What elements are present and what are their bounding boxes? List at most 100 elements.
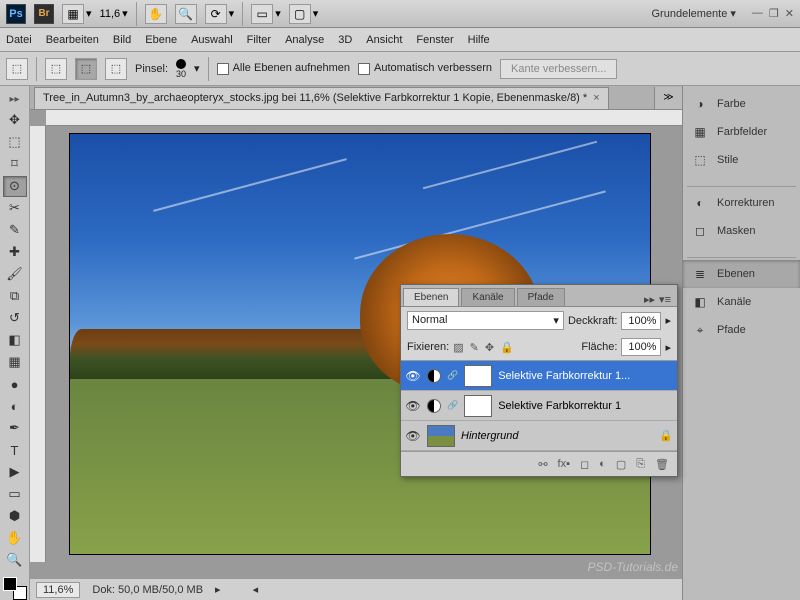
- visibility-toggle-icon[interactable]: 👁: [405, 369, 421, 383]
- dodge-tool[interactable]: ◐: [3, 396, 27, 417]
- layer-thumb[interactable]: [427, 425, 455, 447]
- opacity-input[interactable]: 100%: [621, 312, 661, 330]
- quick-select-tool[interactable]: ⊙: [3, 176, 27, 197]
- scroll-left-icon[interactable]: ◂: [253, 583, 259, 596]
- marquee-tool[interactable]: ⬚: [3, 132, 27, 153]
- checkbox-all-layers[interactable]: Alle Ebenen aufnehmen: [217, 62, 350, 74]
- screen-mode-dropdown[interactable]: ▢▾: [289, 4, 319, 24]
- type-tool[interactable]: T: [3, 440, 27, 461]
- tab-kanaele[interactable]: Kanäle: [461, 288, 514, 306]
- fill-input[interactable]: 100%: [621, 338, 661, 356]
- gradient-tool[interactable]: ▦: [3, 352, 27, 373]
- quick-select-preset-icon[interactable]: ⬚: [6, 58, 28, 80]
- refine-edge-button[interactable]: Kante verbessern...: [500, 59, 617, 79]
- blend-mode-select[interactable]: Normal▾: [407, 311, 564, 330]
- delete-layer-icon[interactable]: 🗑: [655, 458, 669, 471]
- menu-filter[interactable]: Filter: [247, 34, 271, 46]
- lock-position-icon[interactable]: ✥: [485, 341, 494, 354]
- layer-row-2[interactable]: 👁 Hintergrund 🔒: [401, 421, 677, 451]
- eyedropper-tool[interactable]: ✎: [3, 220, 27, 241]
- tab-pfade[interactable]: Pfade: [517, 288, 565, 306]
- zoom-field[interactable]: 11,6%: [36, 582, 80, 598]
- crop-tool[interactable]: ✂: [3, 198, 27, 219]
- collapse-toolbox-icon[interactable]: ▸▸: [9, 94, 19, 105]
- layer-row-1[interactable]: 👁 🔗 Selektive Farbkorrektur 1: [401, 391, 677, 421]
- menu-bild[interactable]: Bild: [113, 34, 131, 46]
- color-swatches[interactable]: [3, 577, 27, 600]
- new-layer-icon[interactable]: ⎘: [636, 458, 645, 471]
- tab-overflow-icon[interactable]: ≫: [654, 87, 682, 109]
- menu-bearbeiten[interactable]: Bearbeiten: [46, 34, 99, 46]
- arrange-dropdown[interactable]: ▭▾: [251, 4, 281, 24]
- doc-info-menu-icon[interactable]: ▸: [215, 583, 221, 596]
- healing-tool[interactable]: ✚: [3, 242, 27, 263]
- foreground-color-swatch[interactable]: [3, 577, 17, 591]
- photoshop-logo-icon[interactable]: Ps: [6, 4, 26, 24]
- lock-all-icon[interactable]: 🔒: [500, 341, 514, 354]
- adjustment-layer-button-icon[interactable]: ◐: [599, 458, 606, 470]
- workspace-switcher[interactable]: Grundelemente ▾: [644, 7, 744, 20]
- close-button[interactable]: ✕: [785, 7, 794, 20]
- menu-ebene[interactable]: Ebene: [145, 34, 177, 46]
- collapse-panel-icon[interactable]: ▸▸: [644, 293, 655, 306]
- rotate-dropdown[interactable]: ⟳▾: [205, 4, 235, 24]
- brush-preview[interactable]: 30: [176, 59, 186, 79]
- pen-tool[interactable]: ✒: [3, 418, 27, 439]
- minimize-button[interactable]: ―: [752, 7, 763, 20]
- layer-mask-icon[interactable]: ◻: [580, 458, 589, 471]
- zoom-tool-icon[interactable]: 🔍: [175, 4, 197, 24]
- dock-masken[interactable]: ◻Masken: [683, 217, 800, 245]
- dock-pfade[interactable]: ⌖Pfade: [683, 316, 800, 344]
- fill-arrow-icon[interactable]: ▸: [665, 341, 671, 354]
- 3d-tool[interactable]: ⬢: [3, 505, 27, 526]
- layer-mask-thumb[interactable]: [464, 395, 492, 417]
- subtract-selection-icon[interactable]: ⬚: [105, 58, 127, 80]
- maximize-button[interactable]: ❐: [769, 7, 779, 20]
- opacity-arrow-icon[interactable]: ▸: [665, 314, 671, 327]
- path-select-tool[interactable]: ▶: [3, 462, 27, 483]
- lock-pixels-icon[interactable]: ✎: [470, 341, 479, 354]
- menu-auswahl[interactable]: Auswahl: [191, 34, 233, 46]
- dock-kanaele[interactable]: ◧Kanäle: [683, 288, 800, 316]
- dock-stile[interactable]: ⬚Stile: [683, 146, 800, 174]
- shape-tool[interactable]: ▭: [3, 483, 27, 504]
- move-tool[interactable]: ✥: [3, 110, 27, 131]
- menu-analyse[interactable]: Analyse: [285, 34, 324, 46]
- menu-hilfe[interactable]: Hilfe: [468, 34, 490, 46]
- layer-row-0[interactable]: 👁 🔗 Selektive Farbkorrektur 1...: [401, 361, 677, 391]
- menu-3d[interactable]: 3D: [338, 34, 352, 46]
- visibility-toggle-icon[interactable]: 👁: [405, 429, 421, 443]
- bridge-logo-icon[interactable]: Br: [34, 4, 54, 24]
- new-selection-icon[interactable]: ⬚: [45, 58, 67, 80]
- link-layers-icon[interactable]: ⚯: [538, 458, 547, 471]
- zoom-tool-tb[interactable]: 🔍: [3, 549, 27, 570]
- view-options-dropdown[interactable]: ▦▾: [62, 4, 92, 24]
- layer-effects-icon[interactable]: fx▪: [558, 458, 570, 470]
- tab-ebenen[interactable]: Ebenen: [403, 288, 459, 306]
- stamp-tool[interactable]: ⧉: [3, 286, 27, 307]
- group-icon[interactable]: ▢: [616, 458, 626, 471]
- lasso-tool[interactable]: ⌑: [3, 154, 27, 175]
- menu-ansicht[interactable]: Ansicht: [366, 34, 402, 46]
- eraser-tool[interactable]: ◧: [3, 330, 27, 351]
- zoom-level-dropdown[interactable]: 11,6▾: [100, 7, 128, 20]
- dock-farbe[interactable]: ◑Farbe: [683, 90, 800, 118]
- menu-fenster[interactable]: Fenster: [416, 34, 453, 46]
- dock-korrekturen[interactable]: ◐Korrekturen: [683, 189, 800, 217]
- close-document-icon[interactable]: ×: [593, 92, 599, 104]
- dock-farbfelder[interactable]: ▦Farbfelder: [683, 118, 800, 146]
- panel-menu-icon[interactable]: ▾≡: [659, 293, 671, 306]
- blur-tool[interactable]: ●: [3, 374, 27, 395]
- menu-datei[interactable]: Datei: [6, 34, 32, 46]
- lock-transparency-icon[interactable]: ▨: [453, 341, 463, 354]
- dock-ebenen[interactable]: ≣Ebenen: [683, 260, 800, 288]
- hand-tool-icon[interactable]: ✋: [145, 4, 167, 24]
- brush-tool[interactable]: 🖌: [3, 264, 27, 285]
- add-selection-icon[interactable]: ⬚: [75, 58, 97, 80]
- layer-mask-thumb[interactable]: [464, 365, 492, 387]
- hand-tool[interactable]: ✋: [3, 527, 27, 548]
- history-brush-tool[interactable]: ↺: [3, 308, 27, 329]
- visibility-toggle-icon[interactable]: 👁: [405, 399, 421, 413]
- document-tab[interactable]: Tree_in_Autumn3_by_archaeopteryx_stocks.…: [34, 87, 609, 109]
- checkbox-auto-enhance[interactable]: Automatisch verbessern: [358, 62, 492, 74]
